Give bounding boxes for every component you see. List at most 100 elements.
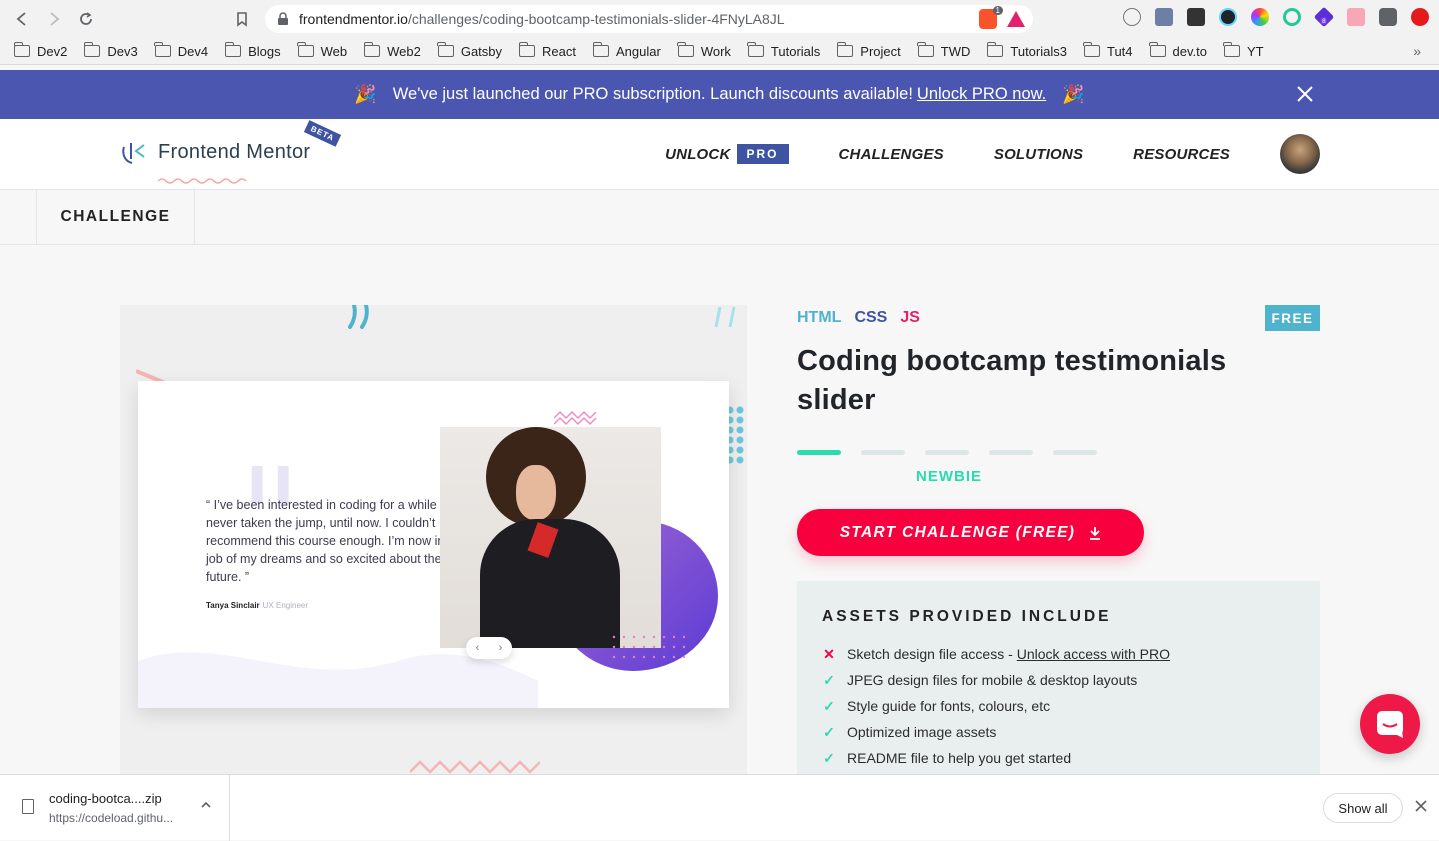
extension-screen-icon[interactable] — [1155, 8, 1173, 26]
bookmarks-overflow-button[interactable]: » — [1413, 43, 1421, 59]
file-icon — [22, 799, 34, 814]
bookmark-folder[interactable]: Tut4 — [1083, 42, 1133, 59]
extension-badge: 8 — [1320, 17, 1328, 25]
folder-icon — [1223, 42, 1240, 57]
chevron-up-icon[interactable] — [200, 799, 212, 811]
nav-resources[interactable]: RESOURCES — [1133, 146, 1230, 163]
browser-toolbar: frontendmentor.io/challenges/coding-boot… — [0, 0, 1439, 38]
next-arrow-icon[interactable]: › — [499, 642, 503, 654]
extension-json-icon[interactable] — [1187, 8, 1205, 26]
asset-item: ✓ README file to help you get started — [822, 745, 1295, 771]
difficulty-bar — [989, 450, 1033, 455]
forward-arrow-icon — [50, 12, 60, 26]
extension-target-icon[interactable] — [1283, 8, 1301, 26]
reload-icon — [80, 12, 92, 25]
extension-diamond-icon[interactable]: 8 — [1313, 6, 1335, 28]
folder-icon — [1149, 42, 1166, 57]
bookmark-folder[interactable]: Dev3 — [83, 42, 138, 59]
nav-challenges[interactable]: CHALLENGES — [839, 146, 944, 163]
testimonial-photo — [440, 427, 661, 648]
bookmark-folder[interactable]: Angular — [592, 42, 661, 59]
extension-h-icon[interactable] — [1123, 8, 1141, 26]
bookmark-folder[interactable]: Tutorials — [747, 42, 821, 59]
testimonial-author: Tanya Sinclair UX Engineer — [206, 601, 308, 610]
extension-update-icon[interactable] — [1411, 8, 1429, 26]
close-icon[interactable] — [1414, 799, 1428, 813]
frontend-mentor-logo[interactable]: Frontend Mentor — [120, 137, 310, 184]
bookmark-folder[interactable]: Dev4 — [154, 42, 208, 59]
unlock-pro-link[interactable]: Unlock PRO now. — [917, 85, 1046, 104]
folder-icon — [518, 42, 536, 57]
prev-arrow-icon[interactable]: ‹ — [476, 642, 480, 654]
asset-text: Sketch design file access - — [847, 646, 1013, 662]
check-icon: ✓ — [823, 723, 835, 740]
url-path: /challenges/coding-bootcamp-testimonials… — [407, 11, 785, 27]
banner-text: We've just launched our PRO subscription… — [392, 85, 913, 103]
bookmark-folder[interactable]: Web — [297, 42, 348, 59]
bookmark-folder[interactable]: dev.to — [1149, 42, 1207, 59]
bookmark-label: Tut4 — [1106, 43, 1133, 59]
start-challenge-button[interactable]: START CHALLENGE (FREE) — [797, 509, 1144, 556]
pro-badge: PRO — [736, 144, 789, 164]
forward-button[interactable] — [38, 3, 70, 35]
logo-squiggle — [158, 178, 247, 184]
bookmark-label: Tutorials — [770, 43, 821, 59]
difficulty-bar — [925, 450, 969, 455]
show-all-downloads-button[interactable]: Show all — [1323, 793, 1403, 823]
bookmark-folder[interactable]: YT — [1223, 42, 1264, 59]
address-bar[interactable]: frontendmentor.io/challenges/coding-boot… — [265, 5, 1033, 33]
bookmark-folder[interactable]: Work — [677, 42, 731, 59]
bookmark-icon — [237, 12, 247, 27]
bookmark-folder[interactable]: TWD — [917, 42, 970, 59]
tab-challenge[interactable]: CHALLENGE — [36, 190, 195, 244]
bookmark-folder[interactable]: Dev2 — [13, 42, 67, 59]
bookmarks-bar: Dev2 Dev3 Dev4 Blogs Web Web2 Gatsby Rea… — [0, 38, 1439, 65]
folder-icon — [1083, 42, 1100, 57]
color-picker-icon[interactable] — [1251, 8, 1269, 26]
quote-mark-decoration — [714, 306, 736, 328]
difficulty-bar — [797, 450, 841, 455]
extension-arrow-icon[interactable] — [1347, 8, 1365, 26]
nav-unlock-label: UNLOCK — [665, 145, 731, 163]
url-host: frontendmentor.io — [299, 11, 408, 27]
dots-decoration — [726, 406, 744, 464]
chat-launcher-button[interactable] — [1360, 694, 1420, 754]
download-source: https://codeload.githu... — [49, 811, 174, 825]
difficulty-bar — [861, 450, 905, 455]
bookmark-page-button[interactable] — [226, 3, 258, 35]
bookmark-folder[interactable]: Tutorials3 — [986, 42, 1067, 59]
back-button[interactable] — [6, 3, 38, 35]
language-tags: HTML CSS JS — [797, 309, 920, 327]
asset-item: ✓ Style guide for fonts, colours, etc — [822, 693, 1295, 719]
asset-item: ✓ JPEG design files for mobile & desktop… — [822, 667, 1295, 693]
unlock-access-link[interactable]: Unlock access with PRO — [1017, 646, 1170, 662]
dots-decoration — [612, 635, 686, 659]
chat-icon — [1377, 711, 1403, 738]
folder-icon — [677, 42, 694, 57]
extensions-bar: 8 — [1123, 6, 1429, 28]
bookmark-label: dev.to — [1172, 43, 1207, 59]
bookmark-folder[interactable]: Project — [836, 42, 901, 59]
close-icon[interactable] — [1293, 82, 1317, 106]
download-item[interactable]: coding-bootca....zip https://codeload.gi… — [0, 775, 230, 841]
react-devtools-icon[interactable] — [1219, 8, 1237, 26]
bookmark-folder[interactable]: Blogs — [224, 42, 281, 59]
reload-button[interactable] — [70, 3, 102, 35]
asset-text: Optimized image assets — [847, 724, 997, 740]
avatar[interactable] — [1280, 134, 1320, 174]
testimonial-card: " “ I’ve been interested in coding for a… — [138, 381, 729, 708]
bookmark-folder[interactable]: Web2 — [363, 42, 421, 59]
bookmark-label: Web — [320, 43, 348, 59]
bookmark-folder[interactable]: Gatsby — [437, 42, 503, 59]
slider-controls: ‹ › — [466, 637, 512, 659]
brave-shields-icon[interactable]: 1 — [979, 6, 1003, 29]
nav-solutions[interactable]: SOLUTIONS — [994, 146, 1083, 163]
extensions-puzzle-icon[interactable] — [1379, 8, 1397, 26]
brave-rewards-icon[interactable] — [1007, 11, 1025, 27]
folder-icon — [224, 42, 242, 57]
bookmark-label: Gatsby — [460, 43, 503, 59]
tag-css: CSS — [854, 309, 888, 326]
nav-unlock-pro[interactable]: UNLOCK PRO — [665, 144, 789, 164]
folder-icon — [747, 42, 764, 57]
bookmark-folder[interactable]: React — [518, 42, 576, 59]
